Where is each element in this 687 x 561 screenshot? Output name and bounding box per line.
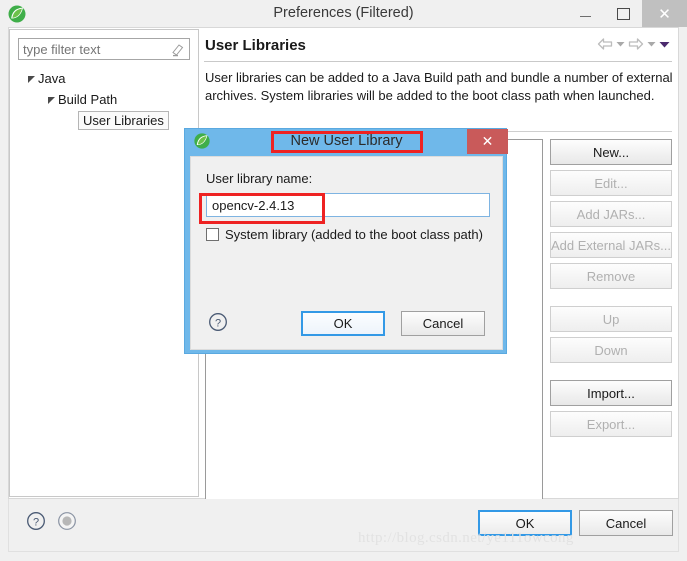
arrow-right-icon[interactable] (628, 37, 644, 51)
down-button: Down (550, 337, 672, 363)
system-library-checkbox[interactable] (206, 228, 219, 241)
tree-item-label: Java (38, 71, 66, 86)
minimize-button[interactable] (566, 0, 604, 27)
cancel-button[interactable]: Cancel (579, 510, 673, 536)
maximize-button[interactable] (604, 0, 642, 27)
dialog-content: User library name: opencv-2.4.13 System … (190, 156, 503, 350)
tree-item-java[interactable]: Java (10, 68, 200, 89)
dialog-cancel-button[interactable]: Cancel (401, 311, 485, 336)
question-mark-icon[interactable]: ? (26, 511, 46, 536)
chevron-down-filled-icon[interactable] (659, 41, 670, 48)
apply-circle-icon[interactable] (57, 511, 77, 536)
up-button: Up (550, 306, 672, 332)
dialog-footer: ? OK Cancel (8, 499, 679, 552)
title-divider (204, 61, 672, 62)
preferences-window: Preferences (Filtered) ✕ Java (0, 0, 687, 561)
library-name-label: User library name: (206, 171, 313, 186)
page-navigation-toolbar (597, 37, 670, 51)
window-controls: ✕ (566, 0, 687, 27)
library-name-input[interactable]: opencv-2.4.13 (206, 193, 490, 217)
twisty-expanded-icon[interactable] (44, 92, 58, 107)
chevron-down-icon[interactable] (647, 41, 656, 47)
button-group-spacer (550, 368, 672, 380)
library-action-buttons: New... Edit... Add JARs... Add External … (550, 139, 672, 442)
dialog-ok-button[interactable]: OK (301, 311, 385, 336)
button-group-spacer (550, 294, 672, 306)
system-library-checkbox-row[interactable]: System library (added to the boot class … (206, 227, 483, 242)
tree-item-label: User Libraries (78, 111, 169, 130)
page-title: User Libraries (205, 37, 306, 54)
add-external-jars-button: Add External JARs... (550, 232, 672, 258)
svg-text:?: ? (215, 317, 221, 329)
watermark-text: http://blog.csdn.net/ye111owcong (358, 530, 574, 546)
export-button: Export... (550, 411, 672, 437)
dialog-title: New User Library (290, 133, 403, 149)
window-titlebar: Preferences (Filtered) ✕ (0, 0, 687, 27)
page-description: User libraries can be added to a Java Bu… (205, 70, 673, 103)
filter-box[interactable] (18, 38, 190, 60)
search-input[interactable] (19, 40, 167, 58)
edit-button: Edit... (550, 170, 672, 196)
system-library-label: System library (added to the boot class … (225, 227, 483, 242)
tree-item-build-path[interactable]: Build Path (10, 89, 200, 110)
svg-text:?: ? (33, 516, 39, 528)
dialog-close-button[interactable]: ✕ (467, 129, 508, 154)
add-jars-button: Add JARs... (550, 201, 672, 227)
remove-button: Remove (550, 263, 672, 289)
close-button[interactable]: ✕ (642, 0, 687, 27)
new-user-library-dialog: New User Library ✕ User library name: op… (184, 128, 508, 354)
eraser-icon[interactable] (171, 43, 184, 57)
new-button[interactable]: New... (550, 139, 672, 165)
preference-tree: Java Build Path User Libraries (10, 68, 200, 131)
preference-tree-panel: Java Build Path User Libraries (9, 29, 199, 497)
chevron-down-icon[interactable] (616, 41, 625, 47)
tree-item-user-libraries[interactable]: User Libraries (10, 110, 200, 131)
arrow-left-icon[interactable] (597, 37, 613, 51)
import-button[interactable]: Import... (550, 380, 672, 406)
question-mark-icon[interactable]: ? (208, 312, 228, 337)
dialog-titlebar: New User Library ✕ (185, 129, 508, 154)
tree-item-label: Build Path (58, 92, 118, 107)
twisty-expanded-icon[interactable] (24, 71, 38, 86)
